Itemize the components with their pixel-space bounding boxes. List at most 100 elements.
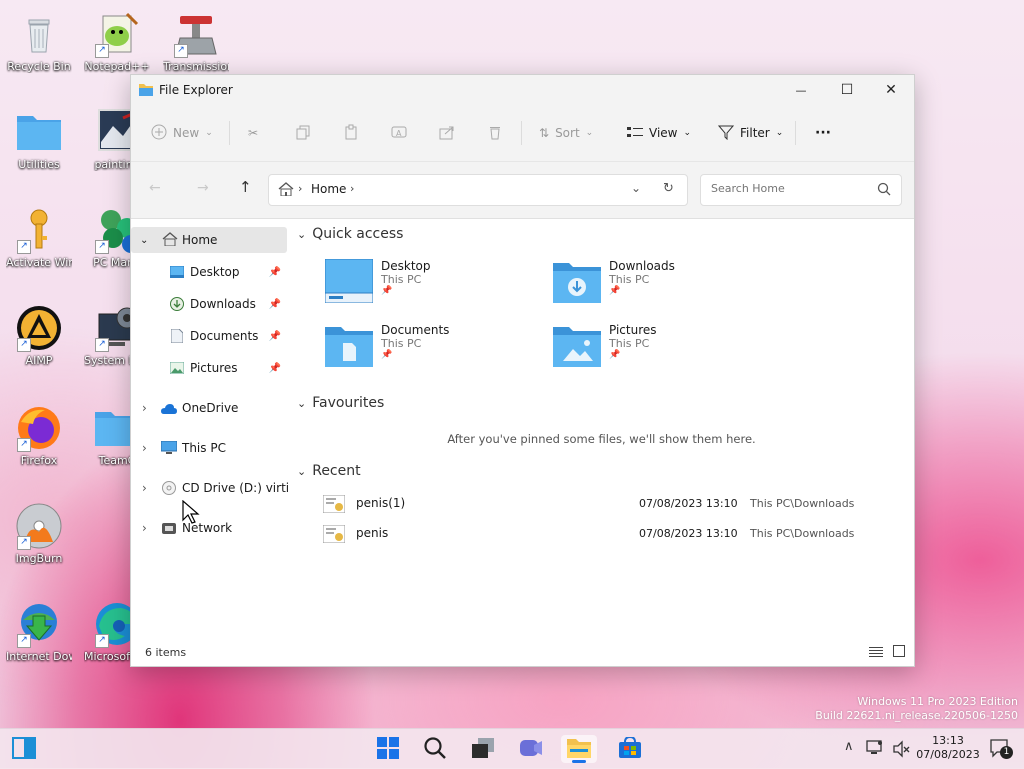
details-view-icon[interactable] xyxy=(869,646,883,661)
breadcrumb-chevron-icon[interactable]: › xyxy=(350,182,354,195)
pin-icon[interactable]: 📌 xyxy=(269,363,281,374)
microsoft-store-button[interactable] xyxy=(612,735,648,763)
volume-muted-icon[interactable] xyxy=(892,740,910,761)
nav-item-cd-drive[interactable]: › CD Drive (D:) virtio-w xyxy=(131,475,288,501)
search-button[interactable] xyxy=(417,735,453,763)
address-history-chevron-icon[interactable]: ⌄ xyxy=(631,181,641,195)
delete-button[interactable] xyxy=(487,123,503,143)
folder-icon xyxy=(15,108,63,156)
table-row[interactable]: penis 07/08/2023 13:10 This PC\Downloads xyxy=(322,523,903,547)
forward-button[interactable]: → xyxy=(197,180,209,196)
refresh-icon[interactable]: ↻ xyxy=(663,181,674,196)
tiles-view-icon[interactable] xyxy=(893,645,905,660)
show-hidden-icons-button[interactable]: ∧ xyxy=(844,739,854,754)
desktop-icon-internet-download-manager[interactable]: ↗ Internet Downlo... xyxy=(6,600,72,663)
nav-item-label: This PC xyxy=(182,441,226,455)
favourites-header[interactable]: ⌄ Favourites xyxy=(297,395,384,411)
clock-time: 13:13 xyxy=(932,734,964,747)
search-icon xyxy=(877,182,891,199)
sort-button[interactable]: ⇅ Sort ⌄ xyxy=(539,123,593,143)
quick-access-location: This PC xyxy=(381,273,422,286)
pin-icon[interactable]: 📌 xyxy=(269,267,281,278)
plus-circle-icon xyxy=(151,124,167,143)
certificate-file-icon xyxy=(322,524,346,546)
desktop-icon-recycle-bin[interactable]: Recycle Bin xyxy=(6,10,72,73)
chevron-right-icon[interactable]: › xyxy=(142,481,147,495)
clock[interactable]: 13:13 07/08/2023 xyxy=(914,734,982,762)
breadcrumb-home[interactable]: Home xyxy=(311,182,346,196)
notification-center-button[interactable]: 1 xyxy=(990,739,1013,762)
recent-title: Recent xyxy=(312,463,361,479)
item-count: 6 items xyxy=(145,646,187,659)
pin-icon[interactable]: 📌 xyxy=(269,299,281,310)
widgets-button[interactable] xyxy=(6,735,42,763)
nav-item-onedrive[interactable]: › OneDrive xyxy=(131,395,287,421)
search-input[interactable] xyxy=(709,181,863,196)
copy-button[interactable] xyxy=(295,123,311,143)
home-icon xyxy=(278,182,294,199)
cut-button[interactable]: ✂ xyxy=(248,123,258,143)
quick-access-header[interactable]: ⌄ Quick access xyxy=(297,226,403,242)
pin-icon[interactable]: 📌 xyxy=(269,331,281,342)
network-status-icon[interactable] xyxy=(866,739,884,760)
desktop-icon-notepadpp[interactable]: ↗ Notepad++ xyxy=(84,10,150,73)
desktop-icon-transmission[interactable]: ↗ Transmission xyxy=(163,10,229,73)
shortcut-arrow-icon: ↗ xyxy=(95,634,109,648)
recent-header[interactable]: ⌄ Recent xyxy=(297,463,361,479)
chevron-down-icon[interactable]: ⌄ xyxy=(140,235,148,246)
search-box[interactable] xyxy=(700,174,902,206)
toolbar-separator xyxy=(521,121,522,145)
svg-text:A: A xyxy=(396,129,402,138)
chevron-right-icon[interactable]: › xyxy=(142,521,147,535)
recent-file-name: penis xyxy=(356,526,389,540)
desktop-icon-activate-windows[interactable]: ↗ Activate Windows xyxy=(6,206,72,269)
up-button[interactable]: ↑ xyxy=(239,178,252,196)
nav-item-downloads[interactable]: Downloads 📌 xyxy=(131,291,287,317)
nav-item-network[interactable]: › Network xyxy=(131,515,287,541)
paste-button[interactable] xyxy=(343,123,359,143)
nav-item-documents[interactable]: Documents 📌 xyxy=(131,323,287,349)
quick-access-item-desktop[interactable]: Desktop This PC 📌 xyxy=(324,258,431,304)
rename-button[interactable]: A xyxy=(391,123,407,143)
shortcut-arrow-icon: ↗ xyxy=(17,240,31,254)
address-bar[interactable]: › Home › ⌄ ↻ xyxy=(268,174,688,206)
firefox-icon: ↗ xyxy=(15,404,63,452)
desktop-icon-aimp[interactable]: ↗ AIMP xyxy=(6,304,72,367)
active-app-indicator xyxy=(572,760,586,763)
table-row[interactable]: penis(1) 07/08/2023 13:10 This PC\Downlo… xyxy=(322,493,903,517)
nav-item-desktop[interactable]: Desktop 📌 xyxy=(131,259,287,285)
shortcut-arrow-icon: ↗ xyxy=(95,44,109,58)
view-button[interactable]: View ⌄ xyxy=(627,123,691,143)
desktop-icon-firefox[interactable]: ↗ Firefox xyxy=(6,404,72,467)
task-view-button[interactable] xyxy=(465,735,501,763)
close-button[interactable]: ✕ xyxy=(868,75,914,105)
chevron-right-icon[interactable]: › xyxy=(142,441,147,455)
filter-button[interactable]: Filter ⌄ xyxy=(717,123,783,143)
quick-access-item-downloads[interactable]: Downloads This PC 📌 xyxy=(553,259,675,303)
shortcut-arrow-icon: ↗ xyxy=(95,338,109,352)
new-button[interactable]: New ⌄ xyxy=(151,123,213,143)
breadcrumb-separator-icon: › xyxy=(298,182,303,195)
quick-access-item-documents[interactable]: Documents This PC 📌 xyxy=(325,323,449,367)
nav-item-home[interactable]: ⌄ Home xyxy=(131,227,287,253)
minimize-button[interactable]: — xyxy=(778,75,824,105)
share-button[interactable] xyxy=(439,123,455,143)
teams-chat-button[interactable] xyxy=(513,735,549,763)
quick-access-location: This PC xyxy=(609,273,650,286)
share-icon xyxy=(439,124,455,143)
file-explorer-window: File Explorer — ☐ ✕ New ⌄ ✂ A ⇅ Sort ⌄ V… xyxy=(130,74,915,667)
chevron-right-icon[interactable]: › xyxy=(142,401,147,415)
back-button[interactable]: ← xyxy=(149,180,161,196)
desktop-icon-utilities[interactable]: Utilities xyxy=(6,108,72,171)
chevron-down-icon: ⌄ xyxy=(683,128,692,138)
file-explorer-taskbar-button[interactable] xyxy=(561,735,597,763)
nav-item-this-pc[interactable]: › This PC xyxy=(131,435,287,461)
more-options-button[interactable]: ··· xyxy=(815,123,831,143)
nav-item-pictures[interactable]: Pictures 📌 xyxy=(131,355,287,381)
title-bar[interactable]: File Explorer — ☐ ✕ xyxy=(131,75,914,105)
quick-access-item-pictures[interactable]: Pictures This PC 📌 xyxy=(553,323,657,367)
desktop-icon-imgburn[interactable]: ↗ ImgBurn xyxy=(6,502,72,565)
maximize-button[interactable]: ☐ xyxy=(824,75,870,105)
start-button[interactable] xyxy=(370,735,406,763)
quick-access-name: Pictures xyxy=(609,323,657,337)
